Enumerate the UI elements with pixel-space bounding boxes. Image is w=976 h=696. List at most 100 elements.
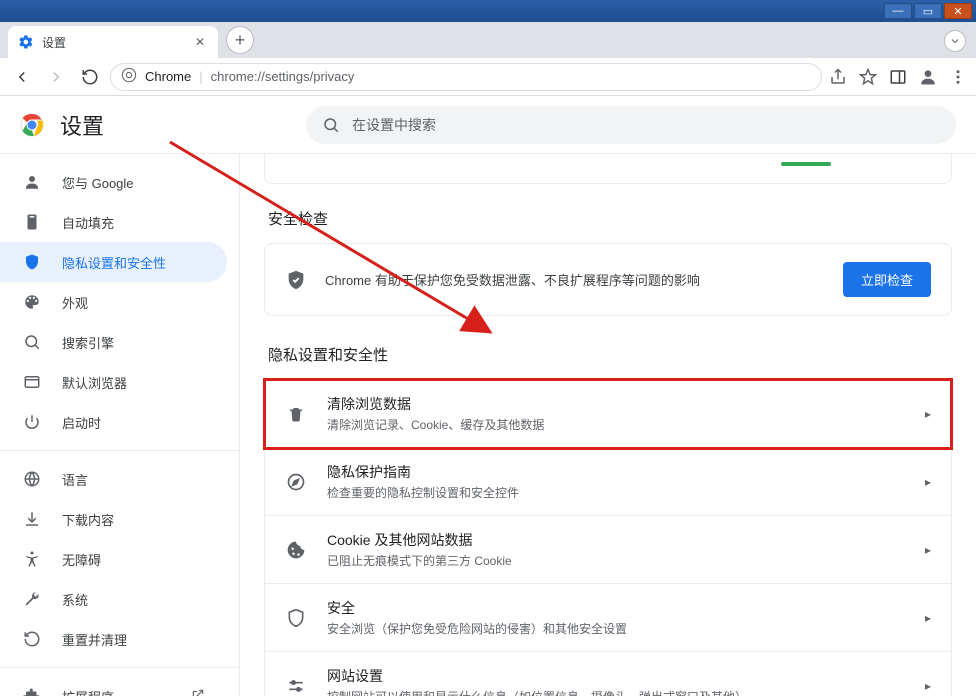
window-close-button[interactable]: ✕ xyxy=(944,3,972,19)
settings-header: 设置 在设置中搜索 xyxy=(0,96,976,154)
privacy-row-clear-data[interactable]: 清除浏览数据清除浏览记录、Cookie、缓存及其他数据 ▸ xyxy=(265,380,951,448)
privacy-row-cookies[interactable]: Cookie 及其他网站数据已阻止无痕模式下的第三方 Cookie▸ xyxy=(265,516,951,584)
sidebar-item-label: 您与 Google xyxy=(62,173,134,192)
settings-page: 设置 在设置中搜索 您与 Google自动填充隐私设置和安全性外观搜索引擎默认浏… xyxy=(0,96,976,696)
sidebar-item-you-and-google[interactable]: 您与 Google xyxy=(0,162,227,202)
sidebar-item-autofill[interactable]: 自动填充 xyxy=(0,202,227,242)
safety-check-button[interactable]: 立即检查 xyxy=(843,262,931,297)
browser-toolbar: Chrome | chrome://settings/privacy xyxy=(0,58,976,96)
row-title: Cookie 及其他网站数据 xyxy=(327,530,905,550)
sidebar-item-default-browser[interactable]: 默认浏览器 xyxy=(0,362,227,402)
chrome-logo-icon xyxy=(20,113,44,137)
privacy-row-privacy-guide[interactable]: 隐私保护指南检查重要的隐私控制设置和安全控件 ▸ xyxy=(265,448,951,516)
compass-icon xyxy=(285,471,307,493)
window-titlebar: — ▭ ✕ xyxy=(0,0,976,22)
palette-icon xyxy=(22,292,42,312)
sidebar-item-label: 启动时 xyxy=(62,413,101,432)
settings-main: 安全检查 Chrome 有助于保护您免受数据泄露、不良扩展程序等问题的影响 立即… xyxy=(240,154,976,696)
reset-icon xyxy=(22,629,42,649)
external-link-icon xyxy=(191,688,205,696)
trash-icon xyxy=(285,403,307,425)
url-path: chrome://settings/privacy xyxy=(211,69,355,84)
search-icon xyxy=(322,116,340,134)
search-placeholder: 在设置中搜索 xyxy=(352,115,436,135)
forward-button[interactable] xyxy=(42,63,70,91)
row-subtitle: 检查重要的隐私控制设置和安全控件 xyxy=(327,484,905,501)
sidebar-item-extensions[interactable]: 扩展程序 xyxy=(0,676,227,696)
settings-search-input[interactable]: 在设置中搜索 xyxy=(306,106,956,144)
address-bar[interactable]: Chrome | chrome://settings/privacy xyxy=(110,63,822,91)
side-panel-icon[interactable] xyxy=(888,67,908,87)
safety-check-card: Chrome 有助于保护您免受数据泄露、不良扩展程序等问题的影响 立即检查 xyxy=(264,243,952,316)
chevron-right-icon: ▸ xyxy=(925,611,931,625)
globe-icon xyxy=(22,469,42,489)
profile-icon[interactable] xyxy=(918,67,938,87)
sidebar-item-label: 外观 xyxy=(62,293,88,312)
sidebar-item-label: 系统 xyxy=(62,590,88,609)
sidebar-item-label: 重置并清理 xyxy=(62,630,127,649)
gear-icon xyxy=(18,34,34,50)
row-title: 清除浏览数据 xyxy=(327,394,905,414)
safety-check-text: Chrome 有助于保护您免受数据泄露、不良扩展程序等问题的影响 xyxy=(325,270,825,289)
bookmark-icon[interactable] xyxy=(858,67,878,87)
search-icon xyxy=(22,332,42,352)
privacy-row-security[interactable]: 安全安全浏览（保护您免受危险网站的侵害）和其他安全设置▸ xyxy=(265,584,951,652)
menu-icon[interactable] xyxy=(948,67,968,87)
row-title: 网站设置 xyxy=(327,666,905,686)
sidebar-item-label: 默认浏览器 xyxy=(62,373,127,392)
sidebar-item-label: 自动填充 xyxy=(62,213,114,232)
tab-search-button[interactable] xyxy=(944,30,966,52)
download-icon xyxy=(22,509,42,529)
privacy-row-site-settings[interactable]: 网站设置控制网站可以使用和显示什么信息（如位置信息、摄像头、弹出式窗口及其他）▸ xyxy=(265,652,951,696)
sidebar-item-downloads[interactable]: 下载内容 xyxy=(0,499,227,539)
safety-check-section-title: 安全检查 xyxy=(268,208,952,229)
person-icon xyxy=(22,172,42,192)
sidebar-item-label: 搜索引擎 xyxy=(62,333,114,352)
browser-icon xyxy=(22,372,42,392)
sidebar-item-label: 语言 xyxy=(62,470,88,489)
row-title: 隐私保护指南 xyxy=(327,462,905,482)
browser-tab-strip: 设置 ✕ + xyxy=(0,22,976,58)
sidebar-item-search-engine[interactable]: 搜索引擎 xyxy=(0,322,227,362)
sidebar-item-languages[interactable]: 语言 xyxy=(0,459,227,499)
shield2-icon xyxy=(285,607,307,629)
chrome-icon xyxy=(121,67,137,86)
chevron-right-icon: ▸ xyxy=(925,475,931,489)
page-title: 设置 xyxy=(60,109,104,141)
row-subtitle: 安全浏览（保护您免受危险网站的侵害）和其他安全设置 xyxy=(327,620,905,637)
privacy-section-title: 隐私设置和安全性 xyxy=(268,344,952,365)
url-host: Chrome xyxy=(145,69,191,84)
privacy-rows-card: 清除浏览数据清除浏览记录、Cookie、缓存及其他数据▸隐私保护指南检查重要的隐… xyxy=(264,379,952,696)
share-icon[interactable] xyxy=(828,67,848,87)
clipboard-icon xyxy=(22,212,42,232)
settings-sidebar: 您与 Google 自动填充隐私设置和安全性外观搜索引擎默认浏览器启动时语言下载内… xyxy=(0,154,240,696)
tab-close-button[interactable]: ✕ xyxy=(192,34,208,50)
shield-check-icon xyxy=(285,269,307,291)
sidebar-item-label: 扩展程序 xyxy=(62,687,114,696)
power-icon xyxy=(22,412,42,432)
window-maximize-button[interactable]: ▭ xyxy=(914,3,942,19)
sidebar-item-privacy[interactable]: 隐私设置和安全性 xyxy=(0,242,227,282)
shield-icon xyxy=(22,252,42,272)
reload-button[interactable] xyxy=(76,63,104,91)
row-subtitle: 控制网站可以使用和显示什么信息（如位置信息、摄像头、弹出式窗口及其他） xyxy=(327,688,905,696)
sliders-icon xyxy=(285,675,307,696)
sidebar-item-appearance[interactable]: 外观 xyxy=(0,282,227,322)
row-subtitle: 清除浏览记录、Cookie、缓存及其他数据 xyxy=(327,416,905,433)
chevron-right-icon: ▸ xyxy=(925,407,931,421)
window-minimize-button[interactable]: — xyxy=(884,3,912,19)
sidebar-item-reset[interactable]: 重置并清理 xyxy=(0,619,227,659)
tab-title: 设置 xyxy=(42,34,66,51)
wrench-icon xyxy=(22,589,42,609)
sidebar-item-label: 下载内容 xyxy=(62,510,114,529)
sidebar-item-accessibility[interactable]: 无障碍 xyxy=(0,539,227,579)
previous-card-stub xyxy=(264,154,952,184)
back-button[interactable] xyxy=(8,63,36,91)
sidebar-item-system[interactable]: 系统 xyxy=(0,579,227,619)
sidebar-item-on-startup[interactable]: 启动时 xyxy=(0,402,227,442)
sidebar-item-label: 隐私设置和安全性 xyxy=(62,253,166,272)
new-tab-button[interactable]: + xyxy=(226,26,254,54)
sidebar-item-label: 无障碍 xyxy=(62,550,101,569)
cookie-icon xyxy=(285,539,307,561)
browser-tab-settings[interactable]: 设置 ✕ xyxy=(8,26,218,58)
